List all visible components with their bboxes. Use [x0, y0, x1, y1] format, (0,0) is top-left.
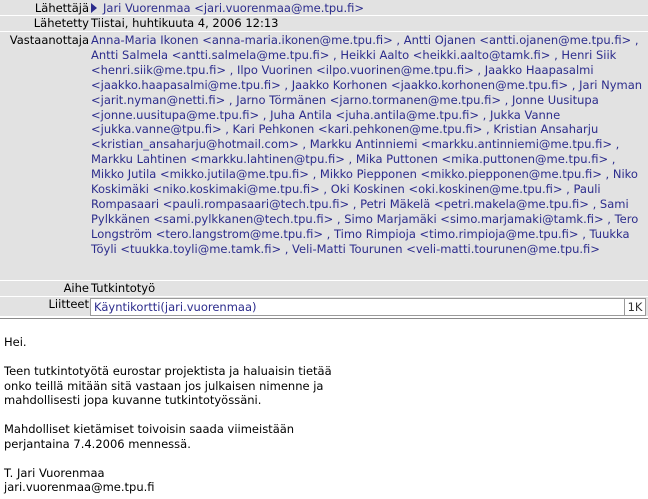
- from-label: Lähettäjä: [34, 1, 89, 15]
- sent-value: Tiistai, huhtikuuta 4, 2006 12:13: [91, 16, 279, 30]
- recipient-separator: ,: [631, 33, 639, 47]
- divider: [0, 31, 648, 32]
- recipient-separator: ,: [550, 47, 562, 62]
- recipient-item[interactable]: Jarno Törmänen <jarno.tormanen@me.tpu.fi…: [236, 93, 501, 107]
- recipient-item[interactable]: Mikko Jutila <mikko.jutila@me.tpu.fi>: [91, 167, 309, 181]
- recipient-item[interactable]: Antti Salmela <antti.salmela@me.tpu.fi>: [91, 48, 329, 62]
- recipient-item[interactable]: Mika Puttonen <mika.puttonen@me.tpu.fi>: [356, 152, 608, 166]
- recipient-item[interactable]: Markku Antinniemi <markku.antinniemi@me.…: [310, 137, 612, 151]
- recipient-item[interactable]: Ilpo Vuorinen <ilpo.vuorinen@me.tpu.fi>: [237, 63, 474, 77]
- recipient-item[interactable]: Markku Lahtinen <markku.lahtinen@tpu.fi>: [91, 152, 345, 166]
- divider: [0, 296, 648, 297]
- recipient-item[interactable]: Simo Marjamäki <simo.marjamaki@tamk.fi>: [344, 212, 603, 226]
- recipient-item[interactable]: Anna-Maria Ikonen <anna-maria.ikonen@me.…: [91, 33, 393, 47]
- sent-row: Lähetetty Tiistai, huhtikuuta 4, 2006 12…: [0, 16, 648, 31]
- subject-label: Aihe: [63, 281, 89, 295]
- subject-row: Aihe Tutkintotyö: [0, 281, 648, 296]
- message-body-text: Hei. Teen tutkintotyötä eurostar projekt…: [4, 335, 332, 494]
- recipient-separator: ,: [221, 122, 233, 137]
- attachments-label: Liitteet: [48, 297, 89, 311]
- recipient-separator: ,: [603, 211, 615, 226]
- from-address[interactable]: Jari Vuorenmaa <jari.vuorenmaa@me.tpu.fi…: [103, 1, 364, 15]
- recipient-separator: ,: [323, 226, 334, 241]
- recipient-separator: ,: [482, 122, 494, 137]
- message-body: Hei. Teen tutkintotyötä eurostar projekt…: [0, 318, 648, 499]
- recipient-item[interactable]: Oki Koskinen <oki.koskinen@me.tpu.fi>: [331, 182, 563, 196]
- subject-value: Tutkintotyö: [91, 281, 156, 295]
- recipient-item[interactable]: Heikki Aalto <heikki.aalto@tamk.fi>: [340, 48, 550, 62]
- recipient-separator: ,: [280, 77, 292, 92]
- from-value[interactable]: Jari Vuorenmaa <jari.vuorenmaa@me.tpu.fi…: [91, 1, 364, 15]
- expand-triangle-icon[interactable]: [91, 3, 97, 13]
- attachment-size: 1K: [624, 299, 645, 315]
- recipient-item[interactable]: Timo Rimpioja <timo.rimpioja@me.tpu.fi>: [334, 227, 579, 241]
- recipient-separator: ,: [225, 62, 237, 77]
- from-row: Lähettäjä Jari Vuorenmaa <jari.vuorenmaa…: [0, 0, 648, 15]
- recipient-item[interactable]: Jaakko Korhonen <jaakko.korhonen@me.tpu.…: [292, 78, 568, 92]
- recipient-separator: ,: [608, 152, 616, 167]
- recipient-separator: ,: [562, 182, 574, 197]
- recipient-separator: ,: [611, 137, 620, 152]
- recipient-separator: ,: [344, 152, 356, 167]
- recipient-item[interactable]: Kari Pehkonen <kari.pehkonen@me.tpu.fi>: [233, 122, 483, 136]
- recipient-item[interactable]: Petri Mäkelä <petri.makela@me.tpu.fi>: [360, 197, 589, 211]
- sent-label: Lähetetty: [33, 16, 89, 30]
- recipient-separator: ,: [473, 62, 485, 77]
- recipient-item[interactable]: Mikko Piepponen <mikko.piepponen@me.tpu.…: [320, 167, 602, 181]
- recipient-separator: ,: [308, 167, 320, 182]
- recipient-separator: ,: [281, 241, 293, 256]
- recipient-separator: ,: [259, 107, 271, 122]
- message-header: Lähettäjä Jari Vuorenmaa <jari.vuorenmaa…: [0, 0, 648, 316]
- recipient-separator: ,: [578, 226, 590, 241]
- recipient-separator: ,: [298, 137, 310, 152]
- recipient-separator: ,: [479, 107, 490, 122]
- recipient-list: Anna-Maria Ikonen <anna-maria.ikonen@me.…: [91, 33, 646, 257]
- to-label: Vastaanottaja: [9, 33, 89, 47]
- recipient-separator: ,: [349, 196, 361, 211]
- recipient-separator: ,: [568, 77, 580, 92]
- attachment-name[interactable]: Käyntikortti(jari.vuorenmaa): [94, 300, 256, 314]
- attachment-box[interactable]: Käyntikortti(jari.vuorenmaa) 1K: [90, 298, 646, 316]
- recipient-separator: ,: [319, 182, 331, 197]
- recipient-separator: ,: [601, 167, 613, 182]
- recipient-item[interactable]: Antti Ojanen <antti.ojanen@me.tpu.fi>: [404, 33, 631, 47]
- recipient-separator: ,: [501, 92, 512, 107]
- recipient-separator: ,: [225, 92, 237, 107]
- recipient-separator: ,: [329, 47, 341, 62]
- recipient-item[interactable]: Juha Antila <juha.antila@me.tpu.fi>: [270, 108, 479, 122]
- recipient-separator: ,: [392, 33, 404, 47]
- recipient-item[interactable]: Veli-Matti Tourunen <veli-matti.tourunen…: [292, 242, 600, 256]
- recipient-separator: ,: [588, 196, 600, 211]
- recipient-separator: ,: [333, 211, 345, 226]
